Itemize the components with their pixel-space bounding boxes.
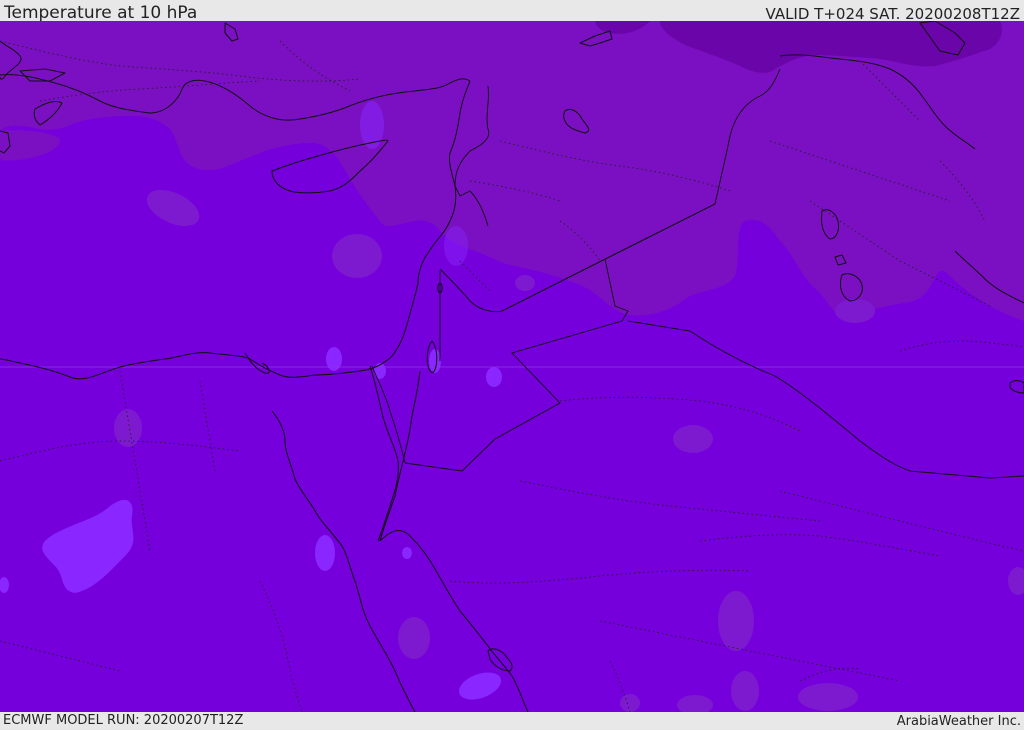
cool-patch-11 xyxy=(444,226,468,266)
map-footer: ECMWF MODEL RUN: 20200207T12Z ArabiaWeat… xyxy=(0,712,1024,729)
warm-patch-10 xyxy=(835,299,875,323)
warm-patch-9 xyxy=(515,275,535,291)
temperature-map[interactable] xyxy=(0,21,1024,712)
map-canvas xyxy=(0,21,1024,712)
cool-patch-4 xyxy=(486,367,502,387)
model-run-label: ECMWF MODEL RUN: 20200207T12Z xyxy=(3,713,244,728)
warm-patch-13 xyxy=(620,694,640,712)
cool-patch-6 xyxy=(402,547,412,559)
cool-patch-5 xyxy=(315,535,335,571)
warm-patch-6 xyxy=(398,617,430,659)
map-header: Temperature at 10 hPa VALID T+024 SAT. 2… xyxy=(0,0,1024,23)
warm-patch-4 xyxy=(673,425,713,453)
warm-patch-7 xyxy=(731,671,759,711)
warm-patch-2 xyxy=(332,234,382,278)
warm-patch-8 xyxy=(798,683,858,711)
cool-patch-10 xyxy=(360,101,384,149)
map-title: Temperature at 10 hPa xyxy=(4,3,198,23)
warm-patch-5 xyxy=(718,591,754,651)
credit-label: ArabiaWeather Inc. xyxy=(896,714,1021,729)
